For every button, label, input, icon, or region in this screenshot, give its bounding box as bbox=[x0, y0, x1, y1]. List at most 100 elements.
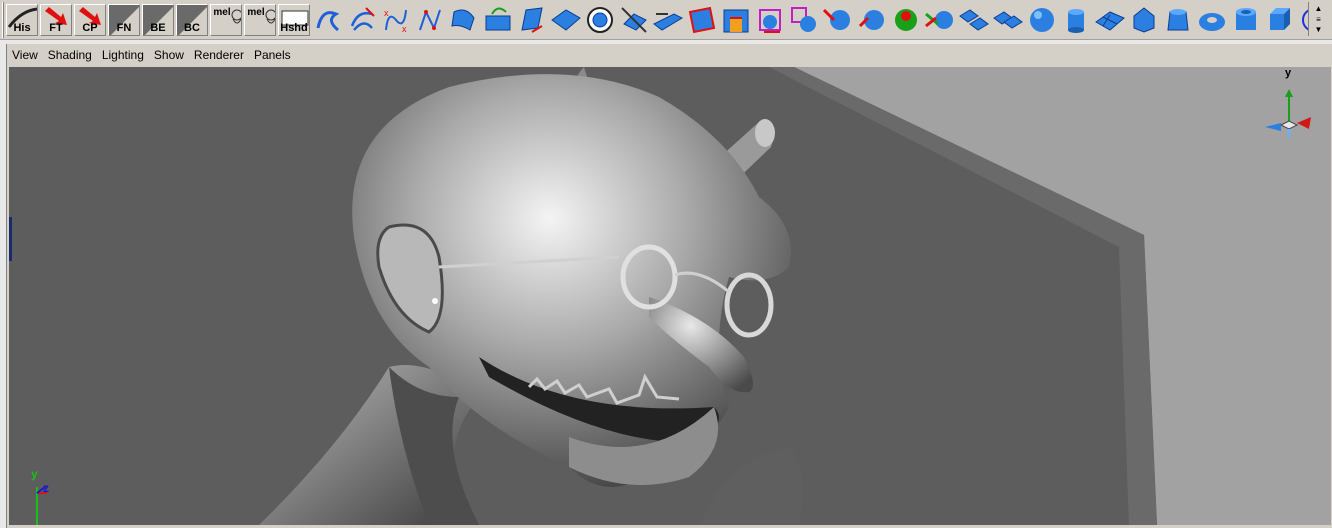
revolve-button[interactable] bbox=[482, 4, 514, 36]
trim-icon bbox=[621, 6, 647, 33]
poly-sphere-button[interactable] bbox=[1026, 4, 1058, 36]
poly-prism-button[interactable] bbox=[1162, 4, 1194, 36]
poly-torus-button[interactable] bbox=[1196, 4, 1228, 36]
circle-project-button[interactable] bbox=[584, 4, 616, 36]
fn-label: FN bbox=[116, 21, 132, 34]
scroll-down-icon[interactable]: ▼ bbox=[1315, 25, 1323, 34]
sphere-deform-button[interactable] bbox=[822, 4, 854, 36]
hshd-label: Hshd bbox=[280, 21, 308, 34]
freeze-transform-button[interactable]: FT bbox=[40, 3, 72, 36]
glasses-lens-right bbox=[724, 272, 774, 338]
bezier-tool-icon bbox=[350, 6, 375, 31]
perspective-viewport[interactable]: y z y persp bbox=[9, 67, 1331, 525]
curve-tool-button[interactable] bbox=[312, 4, 344, 36]
scroll-up-icon[interactable]: ▲ bbox=[1315, 4, 1323, 13]
sphere-split-icon bbox=[925, 10, 953, 29]
select-component-button[interactable] bbox=[686, 4, 718, 36]
sphere-deform-icon bbox=[822, 8, 850, 30]
lattice-icon bbox=[759, 8, 781, 33]
attach-surface-icon bbox=[653, 12, 684, 31]
cv-curve-button[interactable]: xx bbox=[380, 4, 412, 36]
poly-pipe-button[interactable] bbox=[1230, 4, 1262, 36]
svg-text:x: x bbox=[402, 24, 407, 34]
poly-cylinder-button[interactable] bbox=[1060, 4, 1092, 36]
menu-shading[interactable]: Shading bbox=[43, 48, 97, 62]
poly-pipe-icon bbox=[1236, 7, 1256, 30]
poly-torus-icon bbox=[1199, 12, 1225, 31]
left-edge-strip bbox=[9, 217, 12, 261]
poly-dome-button[interactable] bbox=[1128, 4, 1160, 36]
attach-surface-button[interactable] bbox=[652, 4, 684, 36]
bc-label: BC bbox=[184, 21, 200, 34]
background-wall bbox=[794, 67, 1331, 525]
shelf-toolbar: His FT CP FN BE BC mel mel Hshd x x ▲ ≡ … bbox=[0, 0, 1332, 40]
poly-plane-button[interactable] bbox=[1094, 4, 1126, 36]
bevel-edge-button[interactable]: BE bbox=[142, 3, 174, 36]
menu-renderer[interactable]: Renderer bbox=[189, 48, 249, 62]
shelf-grip[interactable] bbox=[2, 1, 4, 38]
plane-pair-button[interactable] bbox=[958, 4, 990, 36]
cluster-button[interactable] bbox=[788, 4, 820, 36]
revolve-icon bbox=[485, 7, 511, 30]
panel-menubar: View Shading Lighting Show Renderer Pane… bbox=[7, 44, 1332, 66]
nurbs-grid-button[interactable] bbox=[720, 4, 752, 36]
mel-label-1: mel bbox=[213, 6, 231, 18]
cv-curve-icon: xx bbox=[384, 8, 407, 34]
shoulder bbox=[699, 447, 803, 525]
lattice-button[interactable] bbox=[754, 4, 786, 36]
menu-show[interactable]: Show bbox=[149, 48, 189, 62]
shelf-buttons: His FT CP FN BE BC mel mel Hshd x x bbox=[6, 2, 1332, 38]
poly-dome-icon bbox=[1133, 6, 1155, 33]
poly-plane-icon bbox=[1095, 10, 1125, 31]
select-component-icon bbox=[688, 6, 716, 33]
plane-pair-2-button[interactable] bbox=[992, 4, 1024, 36]
mel-script-button-2[interactable]: mel bbox=[244, 3, 276, 36]
sphere-split-button[interactable] bbox=[924, 4, 956, 36]
ep-curve-button[interactable] bbox=[414, 4, 446, 36]
menu-panels[interactable]: Panels bbox=[249, 48, 296, 62]
shelf-scrollbar[interactable]: ▲ ≡ ▼ bbox=[1308, 2, 1328, 36]
axis-z-label: z bbox=[43, 481, 49, 495]
loft-button[interactable] bbox=[448, 4, 480, 36]
cluster-icon bbox=[791, 6, 816, 32]
extrude-button[interactable] bbox=[550, 4, 582, 36]
planar-button[interactable] bbox=[516, 4, 548, 36]
scene-render bbox=[36, 67, 1331, 525]
sphere-green-icon bbox=[895, 8, 917, 31]
curve-tool-icon bbox=[316, 10, 340, 31]
poly-sphere-icon bbox=[1030, 7, 1054, 32]
nurbs-grid-icon bbox=[723, 9, 749, 32]
svg-text:x: x bbox=[384, 8, 389, 18]
face-normal-button[interactable]: FN bbox=[108, 3, 140, 36]
history-label: His bbox=[13, 21, 31, 34]
extrude-icon bbox=[551, 8, 581, 31]
axis-y-label: y bbox=[31, 467, 38, 481]
mel-label-2: mel bbox=[247, 6, 265, 18]
poly-cube-icon bbox=[1270, 7, 1290, 30]
hypershade-button[interactable]: Hshd bbox=[278, 3, 310, 36]
loft-icon bbox=[451, 9, 475, 31]
mel-script-button-1[interactable]: mel bbox=[210, 3, 242, 36]
be-label: BE bbox=[150, 21, 166, 34]
bezier-tool-button[interactable] bbox=[346, 4, 378, 36]
history-button[interactable]: His bbox=[6, 3, 38, 36]
bevel-corner-button[interactable]: BC bbox=[176, 3, 208, 36]
sphere-red-icon bbox=[858, 9, 884, 30]
center-pivot-button[interactable]: CP bbox=[74, 3, 106, 36]
menu-lighting[interactable]: Lighting bbox=[97, 48, 149, 62]
cp-label: CP bbox=[82, 21, 98, 34]
plane-pair-2-icon bbox=[993, 10, 1023, 29]
view-cube-y-label: y bbox=[1285, 67, 1292, 79]
ep-curve-icon bbox=[419, 8, 441, 31]
menu-view[interactable]: View bbox=[7, 48, 43, 62]
sphere-green-button[interactable] bbox=[890, 4, 922, 36]
poly-prism-icon bbox=[1167, 8, 1189, 30]
plane-pair-icon bbox=[959, 8, 989, 31]
trim-button[interactable] bbox=[618, 4, 650, 36]
sphere-red-button[interactable] bbox=[856, 4, 888, 36]
poly-cylinder-icon bbox=[1068, 8, 1084, 33]
poly-cube-button[interactable] bbox=[1264, 4, 1296, 36]
scroll-options-icon[interactable]: ≡ bbox=[1316, 15, 1321, 24]
model-panel: View Shading Lighting Show Renderer Pane… bbox=[6, 44, 1332, 528]
planar-icon bbox=[521, 6, 543, 33]
